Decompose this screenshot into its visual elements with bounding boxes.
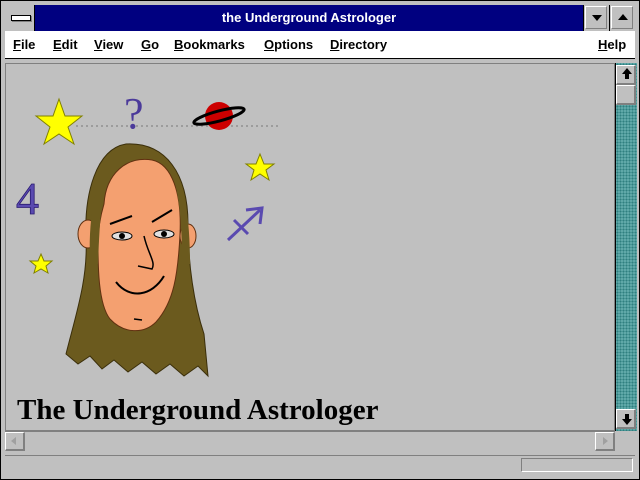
sagittarius-glyph bbox=[226, 206, 264, 242]
jupiter-glyph: 4 bbox=[16, 173, 39, 224]
scroll-left-button[interactable] bbox=[5, 432, 25, 451]
scroll-right-button[interactable] bbox=[595, 432, 615, 451]
minimize-icon bbox=[592, 15, 602, 21]
menu-edit[interactable]: Edit bbox=[53, 31, 78, 59]
maximize-button[interactable] bbox=[609, 5, 635, 31]
browser-window: the Underground Astrologer File Edit Vie… bbox=[0, 0, 640, 480]
menu-bookmarks[interactable]: Bookmarks bbox=[174, 31, 245, 59]
star-icon bbox=[244, 152, 276, 182]
menu-file[interactable]: File bbox=[13, 31, 35, 59]
scroll-thumb[interactable] bbox=[616, 85, 636, 105]
astrologer-illustration: ? 4 bbox=[16, 89, 281, 378]
chin bbox=[133, 318, 143, 321]
minimize-button[interactable] bbox=[583, 5, 609, 31]
menu-go[interactable]: Go bbox=[141, 31, 159, 59]
scrollbar-corner bbox=[615, 431, 637, 451]
status-progress-box bbox=[521, 458, 633, 472]
maximize-icon bbox=[618, 14, 628, 20]
scroll-up-button[interactable] bbox=[616, 65, 636, 85]
title-bar: the Underground Astrologer bbox=[5, 5, 635, 31]
menu-help[interactable]: Help bbox=[598, 31, 626, 59]
question-mark-glyph: ? bbox=[124, 89, 144, 138]
eye bbox=[153, 229, 175, 239]
scroll-up-icon bbox=[622, 68, 632, 79]
star-icon bbox=[28, 252, 54, 275]
eye bbox=[111, 231, 133, 241]
status-bar bbox=[5, 455, 635, 475]
menu-bar: File Edit View Go Bookmarks Options Dire… bbox=[5, 31, 635, 59]
system-menu-icon bbox=[11, 15, 31, 21]
scroll-left-icon bbox=[11, 437, 16, 445]
scroll-right-icon bbox=[603, 437, 608, 445]
system-menu-button[interactable] bbox=[5, 5, 35, 31]
horizontal-scrollbar[interactable] bbox=[5, 431, 615, 451]
window-title: the Underground Astrologer bbox=[221, 10, 397, 25]
page-content: ? 4 The Underground Astrologer bbox=[5, 63, 615, 431]
menu-directory[interactable]: Directory bbox=[330, 31, 387, 59]
vertical-scrollbar[interactable] bbox=[615, 63, 637, 431]
scroll-down-icon bbox=[622, 414, 632, 425]
menu-options[interactable]: Options bbox=[264, 31, 313, 59]
scroll-down-button[interactable] bbox=[616, 409, 636, 429]
menu-view[interactable]: View bbox=[94, 31, 123, 59]
star-icon bbox=[34, 97, 84, 146]
page-heading: The Underground Astrologer bbox=[17, 394, 379, 426]
